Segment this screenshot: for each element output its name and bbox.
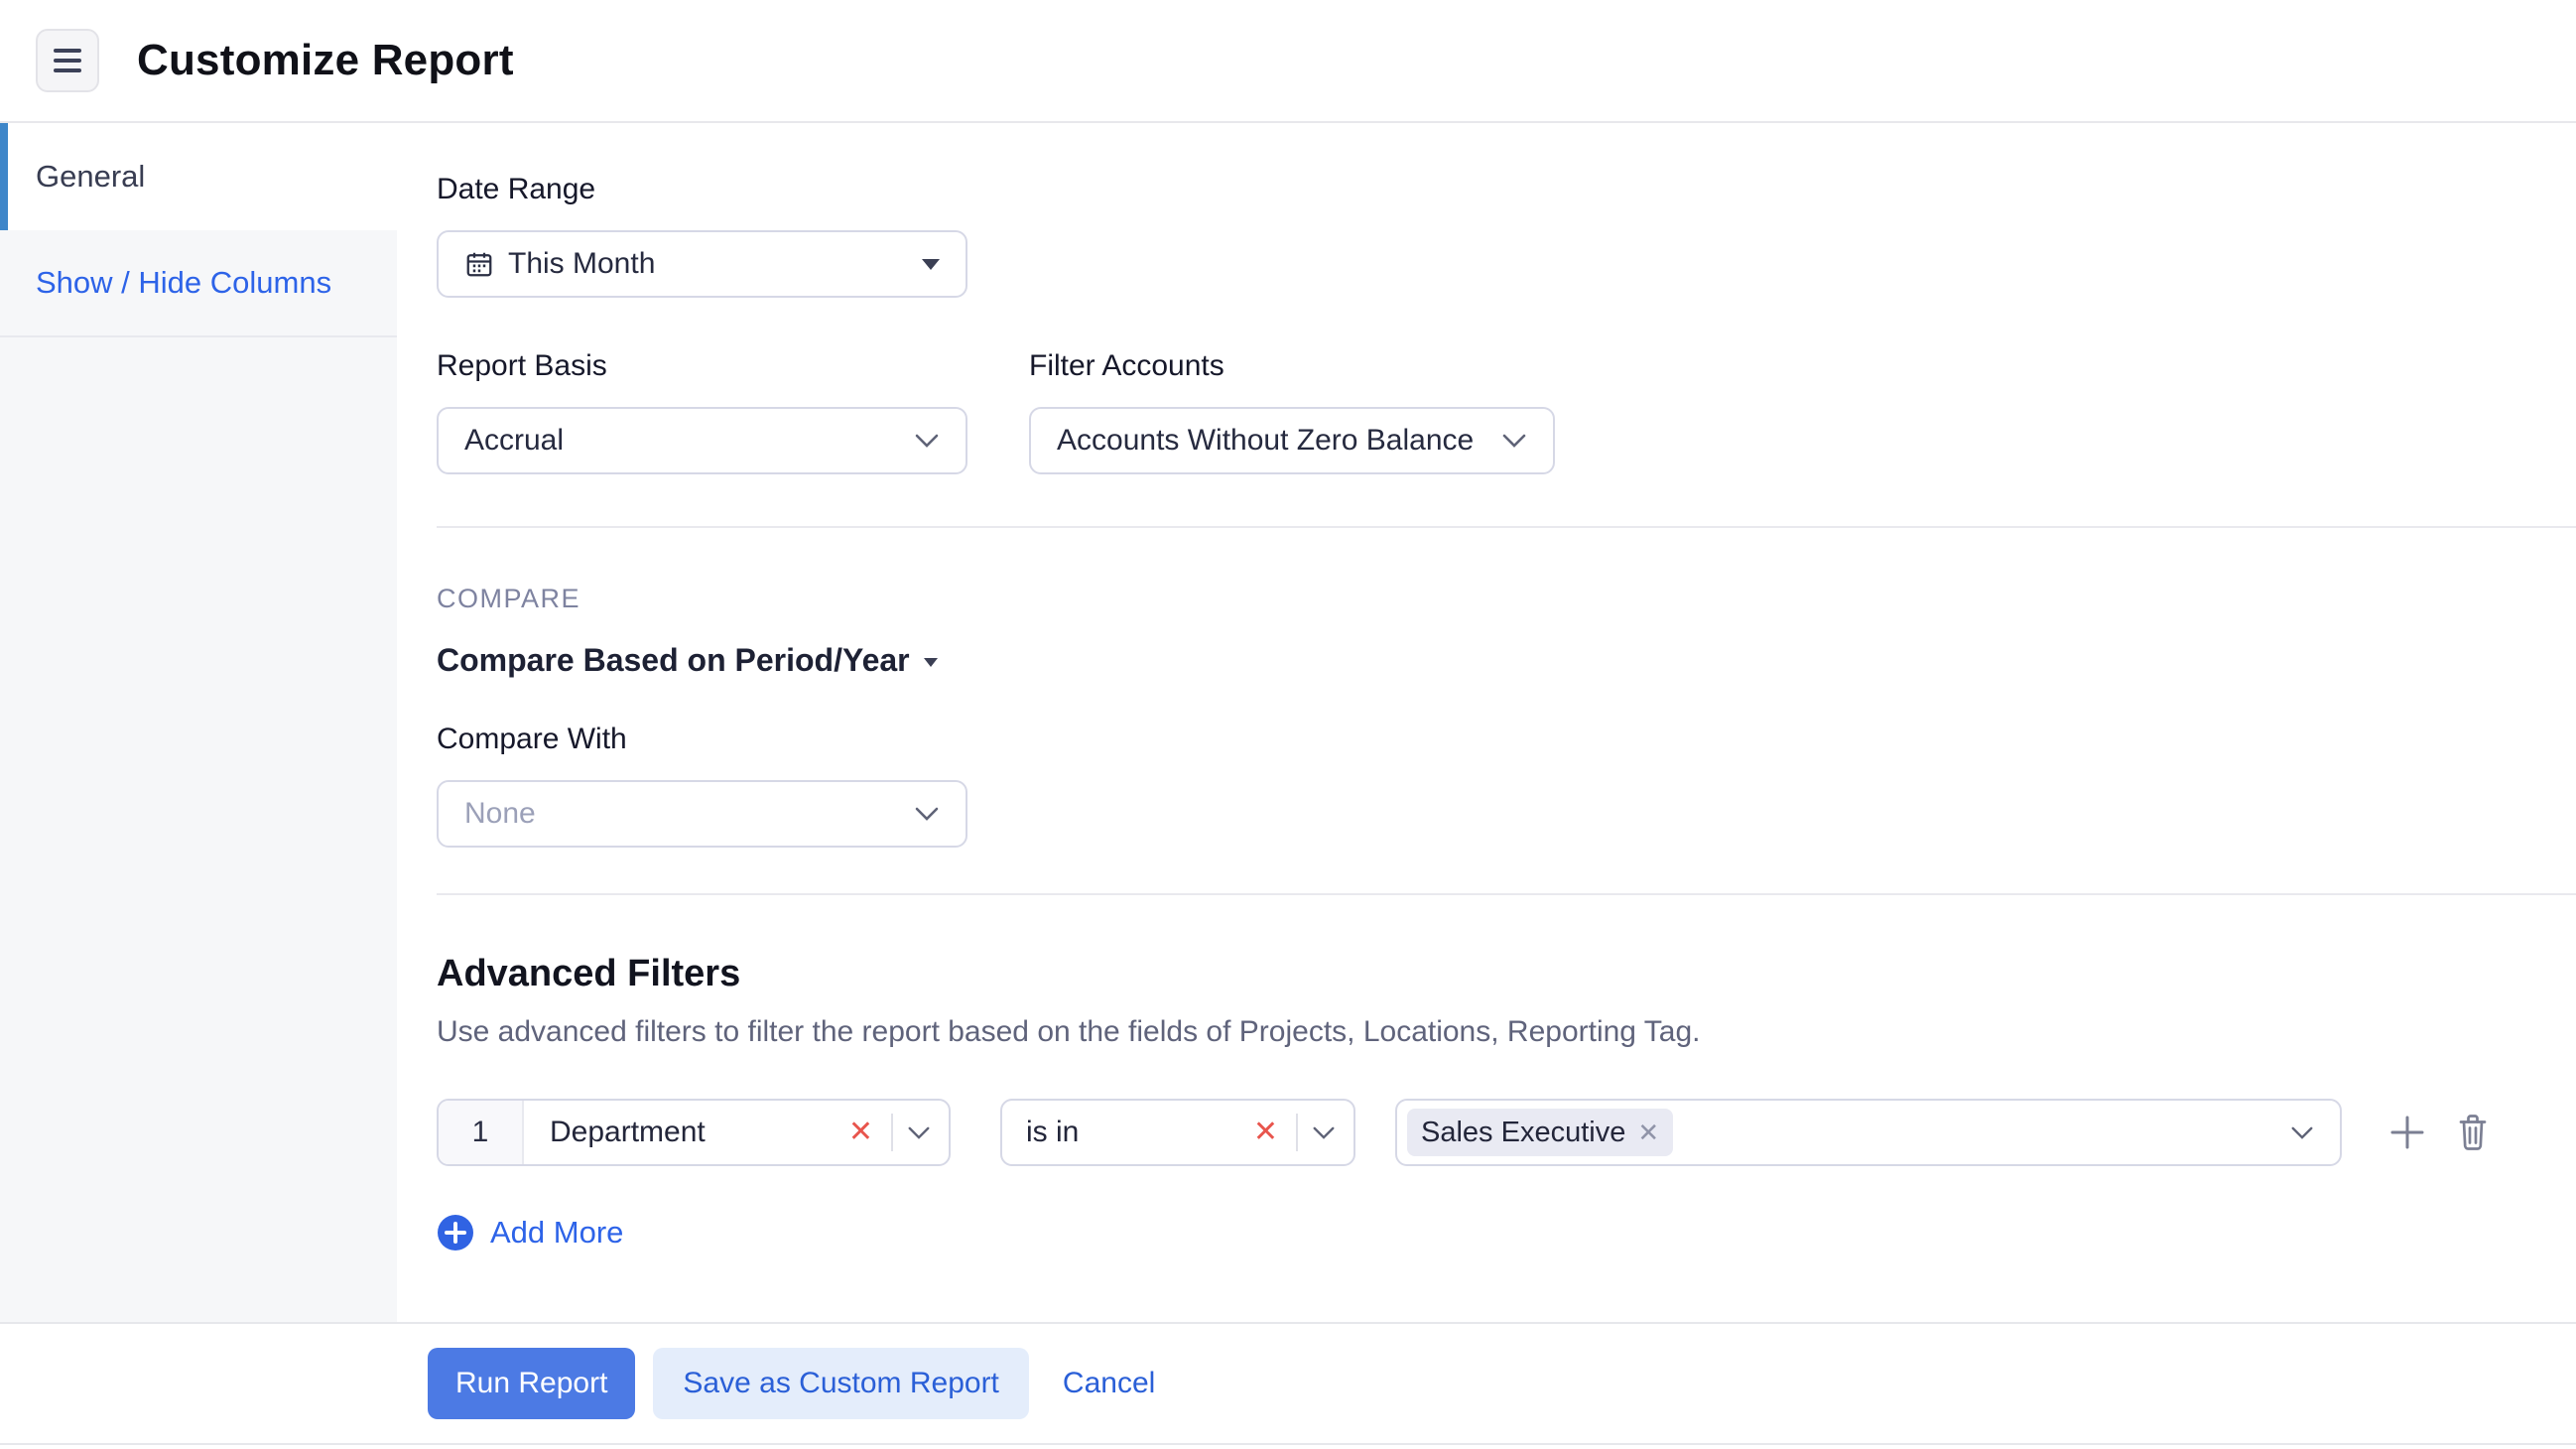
general-panel: Date Range This Month Rep: [397, 123, 2576, 1322]
plus-icon: [2387, 1113, 2427, 1152]
clear-operator-button[interactable]: ✕: [1249, 1118, 1282, 1147]
chevron-down-icon: [914, 806, 940, 822]
run-report-button[interactable]: Run Report: [428, 1348, 635, 1419]
filter-accounts-value: Accounts Without Zero Balance: [1057, 424, 1501, 458]
chevron-down-icon: [1501, 433, 1527, 449]
calendar-icon: [464, 249, 494, 279]
circle-plus-icon: [437, 1214, 474, 1251]
header: Customize Report: [0, 0, 2576, 123]
chevron-down-icon[interactable]: [1312, 1125, 1336, 1140]
page-title: Customize Report: [137, 36, 514, 85]
divider: [891, 1114, 893, 1151]
section-divider: [437, 526, 2576, 528]
divider: [1296, 1114, 1298, 1151]
save-as-custom-report-button[interactable]: Save as Custom Report: [653, 1348, 1028, 1419]
value-chip-label: Sales Executive: [1421, 1117, 1625, 1149]
filter-field-value: Department: [524, 1116, 844, 1149]
chevron-down-icon[interactable]: [907, 1125, 931, 1140]
compare-section-label: COMPARE: [437, 584, 2576, 614]
section-divider: [437, 893, 2576, 895]
compare-with-select[interactable]: None: [437, 780, 967, 848]
delete-row-button[interactable]: [2455, 1112, 2491, 1153]
filter-field-select[interactable]: 1 Department ✕: [437, 1099, 951, 1166]
compare-based-on-label: Compare Based on Period/Year: [437, 642, 910, 679]
cancel-button[interactable]: Cancel: [1063, 1367, 1155, 1400]
chevron-down-icon: [914, 433, 940, 449]
content-area: General Show / Hide Columns Date Range: [0, 123, 2576, 1322]
sidebar-item-general[interactable]: General: [0, 123, 397, 230]
add-more-label: Add More: [490, 1215, 623, 1251]
filter-accounts-group: Filter Accounts Accounts Without Zero Ba…: [1029, 349, 1555, 474]
date-range-value: This Month: [508, 247, 922, 281]
compare-with-label: Compare With: [437, 723, 2576, 756]
sidebar: General Show / Hide Columns: [0, 123, 397, 1322]
date-range-label: Date Range: [437, 173, 2576, 206]
filter-operator-value: is in: [1026, 1116, 1249, 1149]
report-basis-group: Report Basis Accrual: [437, 349, 967, 474]
trash-icon: [2455, 1112, 2491, 1153]
report-basis-select[interactable]: Accrual: [437, 407, 967, 474]
report-basis-value: Accrual: [464, 424, 914, 458]
sidebar-item-show-hide-columns[interactable]: Show / Hide Columns: [0, 230, 397, 337]
date-range-select[interactable]: This Month: [437, 230, 967, 298]
filter-operator-select[interactable]: is in ✕: [1000, 1099, 1355, 1166]
filter-row-index: 1: [439, 1101, 524, 1164]
chevron-down-icon[interactable]: [2290, 1125, 2314, 1140]
caret-down-icon: [922, 259, 940, 270]
compare-with-value: None: [464, 797, 914, 831]
report-basis-label: Report Basis: [437, 349, 967, 383]
advanced-filters-description: Use advanced filters to filter the repor…: [437, 1015, 2576, 1049]
advanced-filters-title: Advanced Filters: [437, 953, 2576, 995]
value-chip: Sales Executive ✕: [1407, 1109, 1673, 1156]
sidebar-item-label: General: [36, 159, 145, 195]
remove-chip-button[interactable]: ✕: [1637, 1120, 1659, 1145]
menu-button[interactable]: [36, 29, 99, 92]
filter-accounts-select[interactable]: Accounts Without Zero Balance: [1029, 407, 1555, 474]
hamburger-icon: [54, 49, 81, 72]
footer-actions: Run Report Save as Custom Report Cancel: [0, 1322, 2576, 1445]
compare-based-on-toggle[interactable]: Compare Based on Period/Year: [437, 642, 938, 679]
add-more-button[interactable]: Add More: [437, 1214, 623, 1251]
filter-accounts-label: Filter Accounts: [1029, 349, 1555, 383]
sidebar-item-label: Show / Hide Columns: [36, 265, 331, 301]
clear-field-button[interactable]: ✕: [844, 1118, 877, 1147]
filter-row: 1 Department ✕ is in ✕ Sales Executive: [437, 1099, 2576, 1166]
add-condition-button[interactable]: [2387, 1113, 2427, 1152]
caret-down-icon: [924, 658, 938, 667]
filter-value-multiselect[interactable]: Sales Executive ✕: [1395, 1099, 2342, 1166]
